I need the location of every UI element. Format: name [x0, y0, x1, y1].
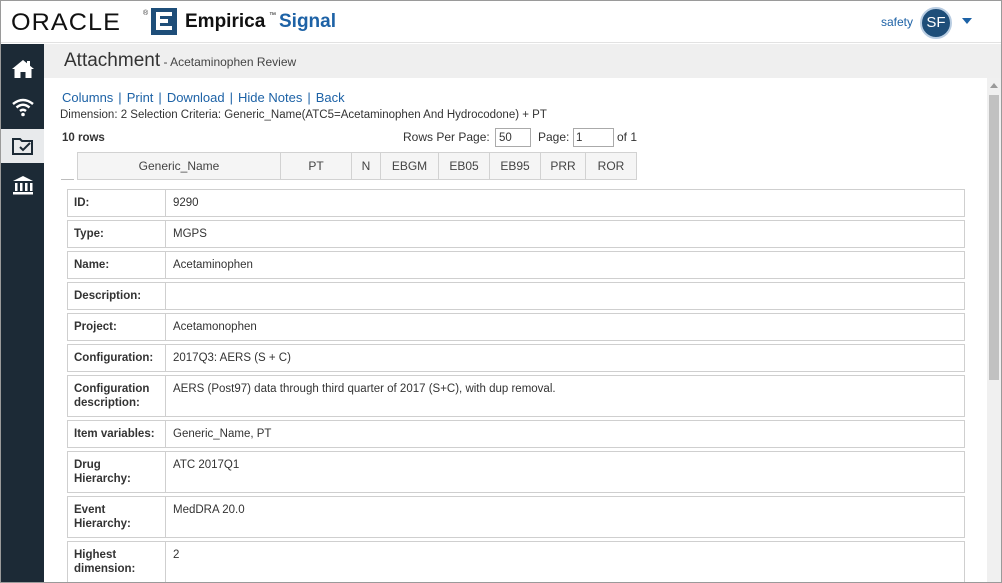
- user-name[interactable]: safety: [881, 15, 913, 29]
- column-header-eb95[interactable]: EB95: [490, 153, 541, 179]
- sidebar-item-reports[interactable]: [1, 168, 44, 202]
- detail-label: Event Hierarchy:: [68, 497, 166, 537]
- page-label: Page:: [538, 130, 570, 144]
- page-title: Attachment - Acetaminophen Review: [64, 50, 296, 72]
- sidebar-item-attachments[interactable]: [1, 129, 44, 163]
- page-title-bar: Attachment - Acetaminophen Review: [44, 44, 1001, 78]
- detail-label: Description:: [68, 283, 166, 309]
- detail-label: Drug Hierarchy:: [68, 452, 166, 492]
- detail-value: MedDRA 20.0: [173, 504, 245, 516]
- column-header-prr[interactable]: PRR: [541, 153, 586, 179]
- home-icon: [11, 60, 34, 78]
- detail-value: 2017Q3: AERS (S + C): [173, 352, 291, 364]
- column-header-generic-name[interactable]: Generic_Name: [78, 153, 281, 179]
- detail-row: Event Hierarchy: MedDRA 20.0: [67, 496, 965, 538]
- page-number-input[interactable]: [573, 128, 614, 147]
- detail-row: Configuration: 2017Q3: AERS (S + C): [67, 344, 965, 372]
- column-header-ror[interactable]: ROR: [586, 153, 636, 179]
- folder-check-icon: [11, 138, 33, 155]
- detail-label: ID:: [68, 190, 166, 216]
- detail-value: Acetamonophen: [173, 321, 257, 333]
- empirica-logo-icon: [151, 8, 177, 35]
- attachment-details: ID: 9290 Type: MGPS Name: Acetaminophen …: [67, 189, 965, 582]
- main-content: Columns | Print | Download | Hide Notes | Back D…: [44, 78, 987, 582]
- header-bar: ORACLE ® Empirica ™ Signal safety SF: [1, 1, 1001, 43]
- columns-link[interactable]: Columns: [62, 90, 113, 105]
- detail-row: Name: Acetaminophen: [67, 251, 965, 279]
- detail-value: 9290: [173, 197, 199, 209]
- column-header-n[interactable]: N: [352, 153, 381, 179]
- registered-mark: ®: [143, 10, 149, 17]
- row-count: 10 rows: [62, 132, 105, 144]
- detail-label: Item variables:: [68, 421, 166, 447]
- detail-value: Generic_Name, PT: [173, 428, 272, 440]
- detail-value: [166, 283, 964, 309]
- detail-row: Item variables: Generic_Name, PT: [67, 420, 965, 448]
- link-separator: |: [118, 90, 122, 105]
- detail-label: Highest dimension:: [68, 542, 166, 582]
- detail-row: Description:: [67, 282, 965, 310]
- table-header: Generic_Name PT N EBGM EB05 EB95 PRR ROR: [77, 152, 637, 180]
- page-subtitle: - Acetaminophen Review: [160, 55, 297, 69]
- bank-icon: [12, 176, 33, 195]
- hide-notes-link[interactable]: Hide Notes: [238, 90, 302, 105]
- detail-label: Type:: [68, 221, 166, 247]
- link-separator: |: [229, 90, 234, 105]
- detail-row: Highest dimension: 2: [67, 541, 965, 582]
- detail-value: ATC 2017Q1: [173, 459, 240, 471]
- page-title-main: Attachment: [64, 50, 161, 71]
- detail-label: Name:: [68, 252, 166, 278]
- detail-label: Configuration:: [68, 345, 166, 371]
- vertical-scrollbar[interactable]: [987, 78, 1001, 582]
- brand-trademark: ™: [269, 12, 276, 19]
- print-link[interactable]: Print: [127, 90, 154, 105]
- oracle-logo: ORACLE: [11, 9, 121, 36]
- brand-signal: Signal: [279, 11, 337, 32]
- column-header-ebgm[interactable]: EBGM: [381, 153, 439, 179]
- scrollbar-thumb[interactable]: [989, 95, 999, 380]
- avatar[interactable]: SF: [920, 7, 952, 39]
- action-links: Columns | Print | Download | Hide Notes | Back: [62, 90, 345, 105]
- table-corner: [61, 179, 74, 180]
- link-separator: |: [307, 90, 311, 105]
- brand-empirica: Empirica: [185, 11, 266, 32]
- detail-row: Type: MGPS: [67, 220, 965, 248]
- column-header-pt[interactable]: PT: [281, 153, 352, 179]
- detail-label: Project:: [68, 314, 166, 340]
- detail-row: Drug Hierarchy: ATC 2017Q1: [67, 451, 965, 493]
- rows-per-page-label: Rows Per Page:: [403, 130, 490, 144]
- sidebar: [1, 44, 44, 582]
- sidebar-item-signal[interactable]: [1, 90, 44, 124]
- sidebar-item-home[interactable]: [1, 52, 44, 86]
- signal-icon: [11, 98, 34, 117]
- download-link[interactable]: Download: [167, 90, 225, 105]
- detail-value: MGPS: [173, 228, 207, 240]
- rows-per-page-input[interactable]: [495, 128, 531, 147]
- scroll-up-arrow-icon[interactable]: [990, 83, 998, 88]
- chevron-down-icon[interactable]: [962, 18, 972, 24]
- selection-criteria: Dimension: 2 Selection Criteria: Generic…: [60, 109, 547, 121]
- back-link[interactable]: Back: [316, 90, 345, 105]
- detail-row: Configuration description: AERS (Post97)…: [67, 375, 965, 417]
- link-separator: |: [158, 90, 162, 105]
- detail-row: Project: Acetamonophen: [67, 313, 965, 341]
- detail-value: 2: [173, 549, 180, 561]
- column-header-eb05[interactable]: EB05: [439, 153, 490, 179]
- detail-row: ID: 9290: [67, 189, 965, 217]
- page-total: of 1: [617, 130, 638, 144]
- app-window: ORACLE ® Empirica ™ Signal safety SF Att…: [0, 0, 1002, 583]
- detail-value: Acetaminophen: [173, 259, 253, 271]
- detail-label: Configuration description:: [68, 376, 166, 416]
- detail-value: AERS (Post97) data through third quarter…: [173, 383, 556, 395]
